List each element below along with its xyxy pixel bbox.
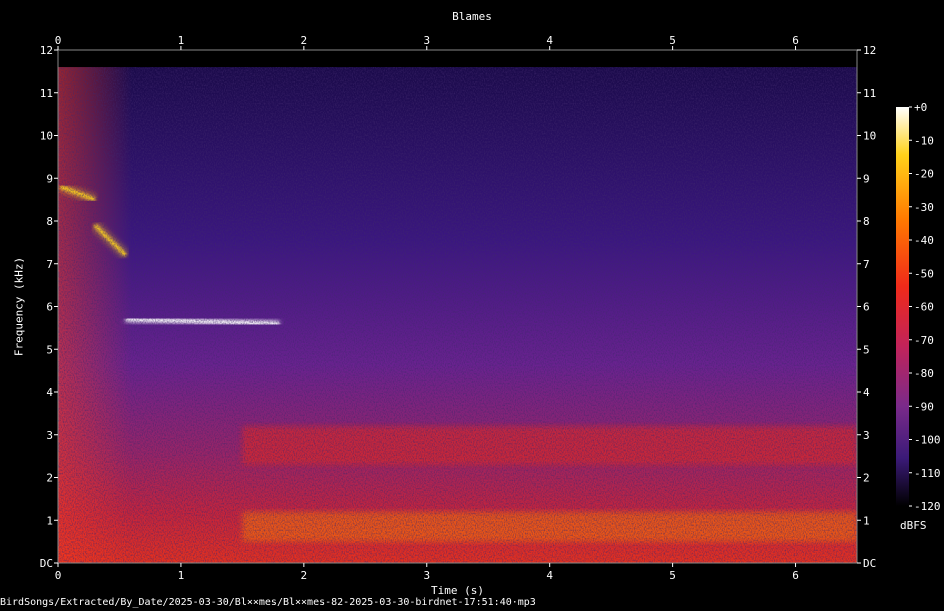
y-tick-label-left-2: 2 xyxy=(46,472,53,485)
y-tick-label-right-8: 8 xyxy=(863,215,870,228)
y-tick-label-left-8: 8 xyxy=(46,215,53,228)
x-tick-label-top-4: 4 xyxy=(546,34,553,47)
x-tick-label-top-5: 5 xyxy=(669,34,676,47)
y-tick-label-left-7: 7 xyxy=(46,258,53,271)
y-tick-label-left-9: 9 xyxy=(46,172,53,185)
y-tick-label-right-11: 11 xyxy=(863,87,876,100)
x-tick-label-bottom-4: 4 xyxy=(546,569,553,582)
colorbar-tick-label-9: -90 xyxy=(914,400,934,413)
y-tick-label-left-4: 4 xyxy=(46,386,53,399)
file-path: BirdSongs/Extracted/By_Date/2025-03-30/B… xyxy=(0,597,536,608)
colorbar-tick-label-0: +0 xyxy=(914,101,927,114)
y-tick-label-left-10: 10 xyxy=(40,130,53,143)
y-tick-label-left-5: 5 xyxy=(46,343,53,356)
y-tick-label-right-9: 9 xyxy=(863,172,870,185)
y-tick-label-right-12: 12 xyxy=(863,44,876,57)
colorbar-tick-label-11: -110 xyxy=(914,467,941,480)
colorbar-tick-label-10: -100 xyxy=(914,434,941,447)
x-tick-label-bottom-0: 0 xyxy=(55,569,62,582)
x-tick-label-bottom-6: 6 xyxy=(792,569,799,582)
colorbar-ticks: +0 -10 -20 -30 -40 -50 -60 -70 -80 -90 -100 -110 -12… xyxy=(909,101,941,513)
y-tick-label-right-6: 6 xyxy=(863,301,870,314)
x-tick-label-top-3: 3 xyxy=(423,34,430,47)
colorbar-tick-label-3: -30 xyxy=(914,201,934,214)
chart-title: Blames xyxy=(452,10,492,23)
spectrogram-image xyxy=(58,50,857,563)
x-tick-label-bottom-5: 5 xyxy=(669,569,676,582)
y-tick-label-right-10: 10 xyxy=(863,130,876,143)
x-tick-label-bottom-2: 2 xyxy=(301,569,308,582)
colorbar-tick-label-12: -120 xyxy=(914,500,941,513)
colorbar-tick-label-6: -60 xyxy=(914,301,934,314)
colorbar-tick-label-1: -10 xyxy=(914,134,934,147)
x-axis-label: Time (s) xyxy=(431,584,484,597)
y-tick-label-right-2: 2 xyxy=(863,472,870,485)
y-tick-label-right-0: DC xyxy=(863,557,876,570)
x-tick-label-top-0: 0 xyxy=(55,34,62,47)
x-tick-label-bottom-1: 1 xyxy=(178,569,185,582)
y-tick-label-right-3: 3 xyxy=(863,429,870,442)
colorbar-tick-label-5: -50 xyxy=(914,267,934,280)
y-tick-label-left-0: DC xyxy=(40,557,53,570)
y-tick-label-left-11: 11 xyxy=(40,87,53,100)
y-tick-label-left-3: 3 xyxy=(46,429,53,442)
spectrogram-chart: 00112233445566DC DC1 12 23 34 45 56 67 78 89 910 10… xyxy=(40,34,941,582)
colorbar-tick-label-7: -70 xyxy=(914,334,934,347)
y-tick-label-left-12: 12 xyxy=(40,44,53,57)
colorbar-tick-label-2: -20 xyxy=(914,168,934,181)
spectrogram-noise xyxy=(58,67,857,563)
x-tick-label-top-2: 2 xyxy=(301,34,308,47)
colorbar xyxy=(896,107,909,506)
x-tick-label-top-1: 1 xyxy=(178,34,185,47)
y-tick-label-right-5: 5 xyxy=(863,343,870,356)
colorbar-tick-label-8: -80 xyxy=(914,367,934,380)
colorbar-tick-label-4: -40 xyxy=(914,234,934,247)
y-tick-label-left-1: 1 xyxy=(46,514,53,527)
y-tick-label-right-7: 7 xyxy=(863,258,870,271)
x-tick-label-bottom-3: 3 xyxy=(423,569,430,582)
y-tick-label-left-6: 6 xyxy=(46,301,53,314)
y-tick-label-right-1: 1 xyxy=(863,514,870,527)
y-axis-label: Frequency (kHz) xyxy=(12,256,26,357)
colorbar-label: dBFS xyxy=(900,519,927,532)
y-tick-label-right-4: 4 xyxy=(863,386,870,399)
x-tick-label-top-6: 6 xyxy=(792,34,799,47)
